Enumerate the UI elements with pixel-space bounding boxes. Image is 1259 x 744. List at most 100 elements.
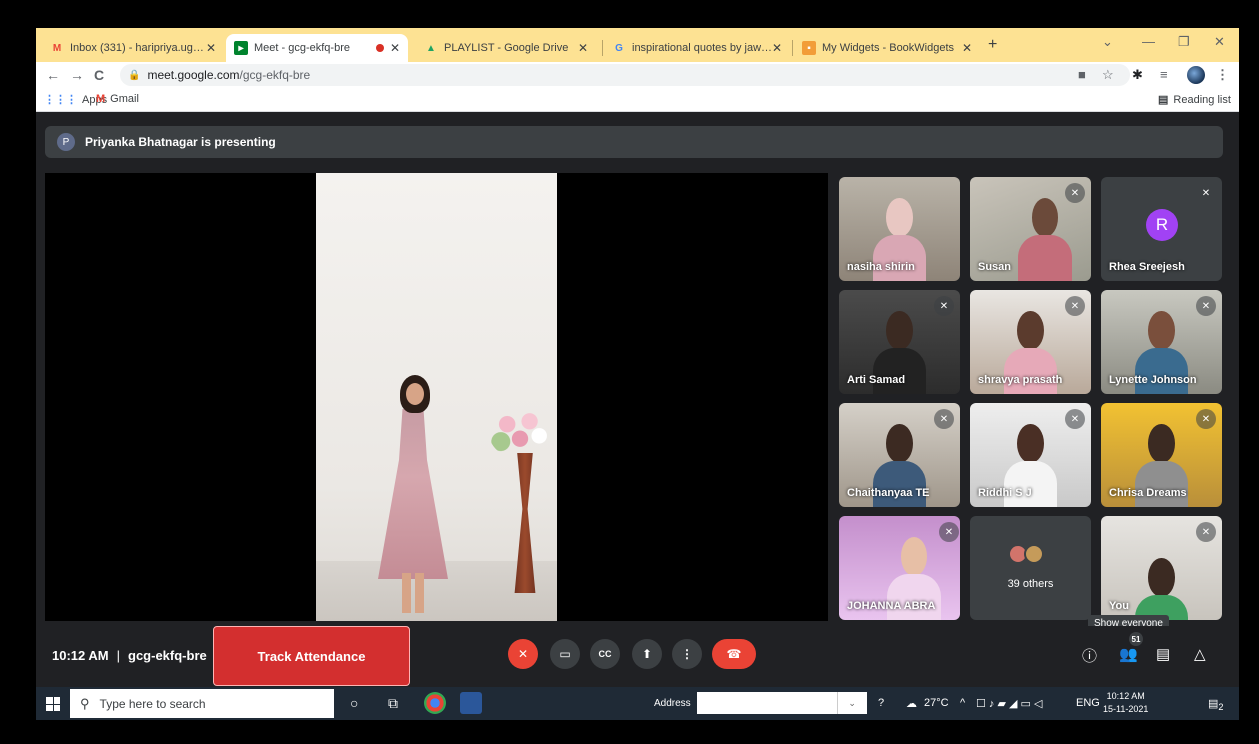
- close-tab-icon[interactable]: ✕: [772, 41, 782, 55]
- extensions-icon[interactable]: ✱: [1132, 67, 1143, 83]
- minimize-icon[interactable]: —: [1142, 34, 1155, 49]
- participant-tile-self[interactable]: ✕ You: [1101, 516, 1222, 620]
- gmail-icon: M: [96, 93, 106, 105]
- task-view-icon[interactable]: ⧉: [388, 695, 398, 712]
- participant-tile[interactable]: ✕ Susan: [970, 177, 1091, 281]
- notification-center-icon[interactable]: ▤2: [1208, 697, 1224, 712]
- participant-avatar: R: [1146, 209, 1178, 241]
- chrome-taskbar-icon[interactable]: [424, 692, 446, 714]
- meet-area: P Priyanka Bhatnagar is presenting nasih…: [36, 112, 1239, 682]
- figure-head: [1017, 423, 1044, 464]
- reload-icon[interactable]: C: [94, 67, 104, 83]
- people-icon[interactable]: 👥: [1119, 645, 1138, 663]
- participant-figure: [1018, 197, 1072, 281]
- bookmarks-bar: ⋮⋮⋮ Apps M Gmail ▤ Reading list: [36, 88, 1239, 112]
- taskbar-search[interactable]: ⚲ Type here to search: [70, 689, 334, 718]
- language-indicator[interactable]: ENG: [1076, 697, 1100, 709]
- notification-count: 2: [1218, 702, 1224, 713]
- presentation-video[interactable]: [45, 173, 828, 621]
- close-tab-icon[interactable]: ✕: [962, 41, 972, 55]
- forward-icon[interactable]: →: [70, 67, 84, 83]
- participant-name: Lynette Johnson: [1109, 374, 1197, 386]
- figure-body: [872, 348, 927, 394]
- more-options-button[interactable]: ⋮: [672, 639, 702, 669]
- participant-tile[interactable]: ✕ JOHANNA ABRA: [839, 516, 960, 620]
- tab-separator: [792, 40, 793, 56]
- close-tab-icon[interactable]: ✕: [390, 41, 400, 55]
- camera-in-use-icon[interactable]: ■: [1078, 67, 1086, 82]
- url-host: meet.google.com: [147, 68, 240, 82]
- participant-tile[interactable]: ✕ Chrisa Dreams: [1101, 403, 1222, 507]
- weather-temp[interactable]: 27°C: [924, 697, 949, 709]
- meet-icon: ▸: [234, 41, 248, 55]
- tab-gmail[interactable]: M Inbox (331) - haripriya.ugandhar... ✕: [42, 34, 224, 62]
- bookmark-star-icon[interactable]: ☆: [1102, 67, 1114, 83]
- participant-tile[interactable]: ✕ Lynette Johnson: [1101, 290, 1222, 394]
- figure-body: [1134, 461, 1189, 507]
- activities-icon[interactable]: △: [1194, 645, 1206, 663]
- help-icon[interactable]: ?: [878, 697, 884, 709]
- tab-separator: [602, 40, 603, 56]
- flower-vase: [488, 401, 552, 459]
- tab-title: Inbox (331) - haripriya.ugandhar...: [70, 42, 210, 54]
- figure-body: [1003, 461, 1058, 507]
- bookwidgets-icon: ▪: [802, 41, 816, 55]
- participant-tile[interactable]: R ✕ Rhea Sreejesh: [1101, 177, 1222, 281]
- maximize-icon[interactable]: ❐: [1178, 34, 1190, 50]
- address-input[interactable]: [696, 692, 837, 714]
- tab-bookwidgets[interactable]: ▪ My Widgets - BookWidgets ✕: [794, 34, 980, 62]
- participant-tile[interactable]: ✕ shravya prasath: [970, 290, 1091, 394]
- tab-meet[interactable]: ▸ Meet - gcg-ekfq-bre ✕: [226, 34, 408, 62]
- show-hidden-icons[interactable]: ^: [960, 697, 965, 709]
- close-tab-icon[interactable]: ✕: [206, 41, 216, 55]
- participant-name: Rhea Sreejesh: [1109, 261, 1185, 273]
- search-placeholder: Type here to search: [99, 696, 206, 711]
- lock-icon: 🔒: [128, 69, 141, 81]
- media-queue-icon[interactable]: ≡: [1160, 67, 1168, 82]
- close-tab-icon[interactable]: ✕: [578, 41, 588, 55]
- participant-tile[interactable]: nasiha shirin: [839, 177, 960, 281]
- reading-list-button[interactable]: ▤ Reading list: [1158, 93, 1231, 107]
- participant-tile[interactable]: ✕ Chaithanyaa TE: [839, 403, 960, 507]
- word-taskbar-icon[interactable]: [460, 692, 482, 714]
- profile-avatar[interactable]: [1187, 66, 1205, 84]
- gmail-icon: M: [52, 42, 62, 54]
- browser-toolbar: ← → C 🔒 meet.google.com/gcg-ekfq-bre ■ ☆…: [36, 62, 1239, 88]
- bookmark-gmail[interactable]: M Gmail: [96, 93, 139, 105]
- mic-off-button[interactable]: ✕: [508, 639, 538, 669]
- chat-icon[interactable]: ▤: [1156, 645, 1170, 663]
- participant-tile[interactable]: ✕ Riddhi S J: [970, 403, 1091, 507]
- present-button[interactable]: ⬆: [632, 639, 662, 669]
- taskbar-clock[interactable]: 10:12 AM 15-11-2021: [1103, 690, 1148, 716]
- camera-button[interactable]: ▭: [550, 639, 580, 669]
- cortana-icon[interactable]: ○: [350, 695, 358, 711]
- participant-tile[interactable]: ✕ Arti Samad: [839, 290, 960, 394]
- refresh-icon[interactable]: ↻: [856, 697, 865, 710]
- participant-name: JOHANNA ABRA: [847, 600, 936, 612]
- meeting-details-icon[interactable]: ⓘ: [1082, 645, 1097, 666]
- windows-start-icon[interactable]: [46, 697, 60, 711]
- meeting-code: gcg-ekfq-bre: [128, 648, 207, 663]
- captions-button[interactable]: CC: [590, 639, 620, 669]
- tab-title: Meet - gcg-ekfq-bre: [254, 42, 350, 54]
- leave-call-button[interactable]: ☎: [712, 639, 756, 669]
- track-attendance-button[interactable]: Track Attendance: [213, 626, 410, 686]
- new-tab-button[interactable]: +: [988, 36, 997, 54]
- clock-date: 15-11-2021: [1103, 704, 1149, 714]
- tab-google-search[interactable]: G inspirational quotes by jawaharla... ✕: [604, 34, 790, 62]
- close-window-icon[interactable]: ✕: [1214, 34, 1225, 50]
- mic-off-icon: ✕: [1196, 296, 1216, 316]
- participant-name: nasiha shirin: [847, 261, 915, 273]
- search-icon: ⚲: [80, 695, 90, 711]
- participant-name: Chrisa Dreams: [1109, 487, 1187, 499]
- system-tray-icons[interactable]: ☐ ♪ ▰ ◢ ▭ ◁: [976, 697, 1042, 710]
- menu-icon[interactable]: ⋮: [1216, 67, 1229, 83]
- address-bar[interactable]: 🔒 meet.google.com/gcg-ekfq-bre: [120, 64, 1130, 86]
- presenting-banner: P Priyanka Bhatnagar is presenting: [45, 126, 1223, 158]
- tab-search-icon[interactable]: ⌄: [1102, 34, 1113, 50]
- mic-off-icon: ✕: [1196, 409, 1216, 429]
- others-tile[interactable]: 39 others: [970, 516, 1091, 620]
- tab-drive[interactable]: ▲ PLAYLIST - Google Drive ✕: [416, 34, 596, 62]
- mic-off-icon: ✕: [1065, 296, 1085, 316]
- back-icon[interactable]: ←: [46, 67, 60, 83]
